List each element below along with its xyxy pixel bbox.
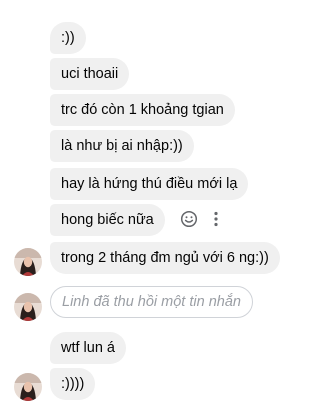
avatar[interactable] [14,373,42,401]
avatar[interactable] [14,293,42,321]
recalled-message-notice: Linh đã thu hồi một tin nhắn [50,286,253,318]
avatar[interactable] [14,248,42,276]
message-bubble[interactable]: trong 2 tháng đm ngủ với 6 ng:)) [50,242,280,274]
message-bubble[interactable]: uci thoaii [50,58,130,90]
message-bubble[interactable]: :)))) [50,368,96,400]
message-bubble[interactable]: wtf lun á [50,332,126,364]
message-bubble[interactable]: trc đó còn 1 khoảng tgian [50,94,235,126]
more-options-icon[interactable] [208,209,224,229]
message-bubble[interactable]: :)) [50,22,86,54]
message-bubble[interactable]: hong biếc nữa [50,204,165,236]
message-bubble[interactable]: hay là hứng thú điều mới lạ [50,168,249,200]
message-bubble[interactable]: là như bị ai nhập:)) [50,130,194,162]
smile-icon[interactable] [179,209,199,229]
